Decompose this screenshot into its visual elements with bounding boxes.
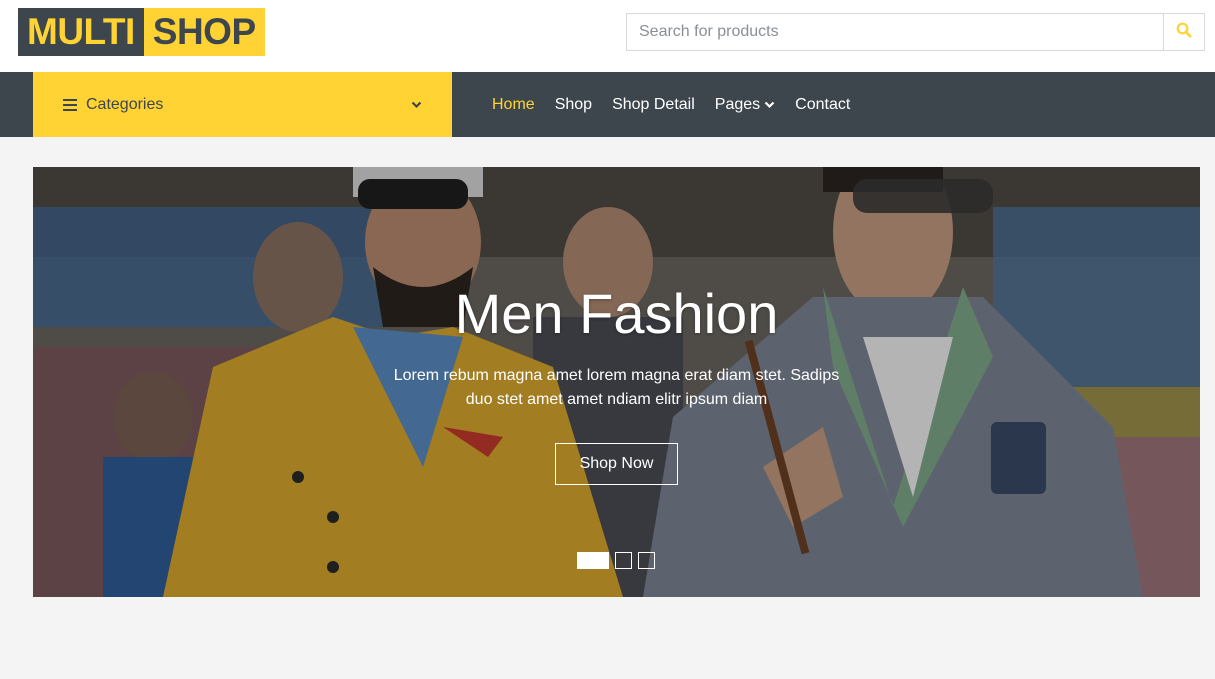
nav-item-pages-label: Pages [714,95,761,113]
brand-logo-part1: MULTI [18,8,144,56]
nav-item-contact[interactable]: Contact [795,96,850,114]
carousel-dot-1[interactable] [577,552,609,569]
bars-icon [63,98,77,111]
brand-logo[interactable]: MULTI SHOP [18,8,265,56]
nav-item-pages[interactable]: Pages [715,96,775,114]
hero-title: Men Fashion [454,282,779,345]
search-form [626,13,1205,51]
nav-item-shop-detail[interactable]: Shop Detail [612,96,695,114]
search-icon [1176,22,1192,43]
categories-label: Categories [86,95,164,113]
categories-toggle[interactable]: Categories [33,72,452,137]
main-navbar: Categories Home Shop Shop Detail Pages C… [0,72,1215,137]
chevron-down-icon [764,101,775,109]
shop-now-button[interactable]: Shop Now [555,443,678,485]
hero-carousel[interactable]: Men Fashion Lorem rebum magna amet lorem… [33,167,1200,597]
top-bar: MULTI SHOP [0,0,1215,72]
brand-logo-part2: SHOP [143,8,265,56]
carousel-dot-2[interactable] [615,552,632,569]
hero-text: Lorem rebum magna amet lorem magna erat … [393,367,840,408]
nav-item-shop[interactable]: Shop [555,96,592,114]
nav-item-home[interactable]: Home [492,96,535,114]
carousel-indicators [577,552,655,569]
carousel-dot-3[interactable] [638,552,655,569]
chevron-down-icon [411,101,422,109]
search-button[interactable] [1163,14,1204,50]
search-input[interactable] [627,14,1163,50]
nav-links: Home Shop Shop Detail Pages Contact [492,72,870,137]
